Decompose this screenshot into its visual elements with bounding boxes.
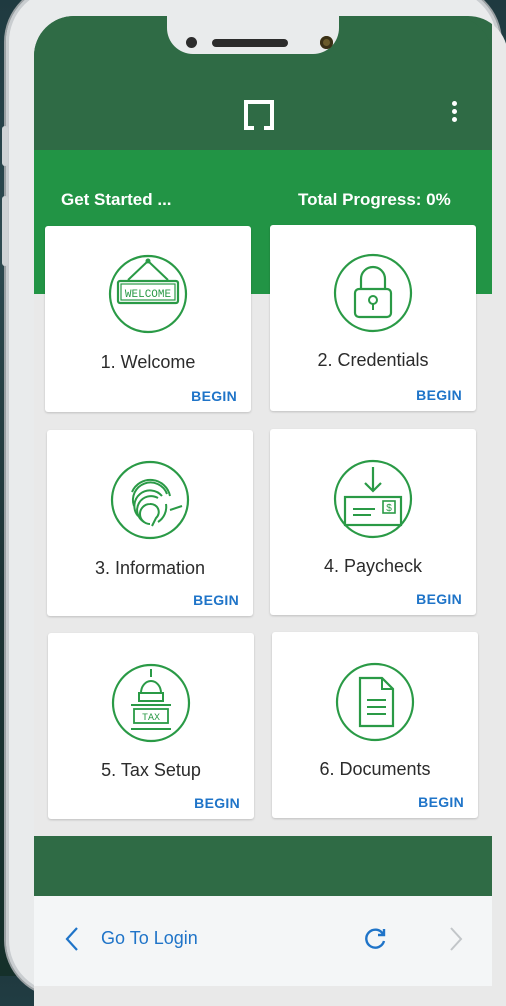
step-title: 2. Credentials bbox=[317, 350, 429, 370]
begin-button[interactable]: BEGIN bbox=[194, 795, 240, 811]
step-title: 3. Information bbox=[94, 558, 206, 578]
chevron-left-icon[interactable] bbox=[64, 926, 80, 957]
document-icon bbox=[333, 660, 417, 744]
sensor-dot bbox=[186, 37, 197, 48]
step-card-tax-setup[interactable]: TAX 5. Tax Setup BEGIN bbox=[48, 633, 254, 819]
go-to-login-link[interactable]: Go To Login bbox=[101, 928, 198, 949]
footer-band bbox=[34, 836, 492, 896]
phone-side-button bbox=[2, 196, 8, 266]
welcome-sign-text: WELCOME bbox=[125, 289, 172, 301]
phone-side-button bbox=[2, 126, 8, 166]
check-symbol: $ bbox=[386, 503, 392, 514]
padlock-icon bbox=[331, 251, 415, 335]
capitol-tax-icon: TAX bbox=[109, 661, 193, 745]
step-card-paycheck[interactable]: $ 4. Paycheck BEGIN bbox=[270, 429, 476, 615]
welcome-sign-icon: WELCOME bbox=[106, 252, 190, 336]
step-card-welcome[interactable]: WELCOME 1. Welcome BEGIN bbox=[45, 226, 251, 412]
total-progress-label: Total Progress: 0% bbox=[298, 190, 451, 209]
front-camera bbox=[320, 36, 333, 49]
step-title: 1. Welcome bbox=[100, 352, 196, 372]
begin-button[interactable]: BEGIN bbox=[418, 794, 464, 810]
step-title: 4. Paycheck bbox=[323, 556, 423, 576]
begin-button[interactable]: BEGIN bbox=[191, 388, 237, 404]
tax-sign-text: TAX bbox=[142, 713, 160, 724]
phone-notch bbox=[167, 16, 339, 54]
kebab-menu-icon[interactable] bbox=[452, 101, 458, 125]
speaker-grille bbox=[212, 39, 288, 47]
step-card-credentials[interactable]: 2. Credentials BEGIN bbox=[270, 225, 476, 411]
get-started-label: Get Started ... bbox=[61, 190, 172, 209]
step-card-information[interactable]: 3. Information BEGIN bbox=[47, 430, 253, 616]
chevron-right-icon[interactable] bbox=[448, 926, 464, 957]
step-title: 5. Tax Setup bbox=[101, 760, 201, 780]
begin-button[interactable]: BEGIN bbox=[416, 387, 462, 403]
step-card-documents[interactable]: 6. Documents BEGIN bbox=[272, 632, 478, 818]
fingerprint-icon bbox=[108, 458, 192, 542]
paycheck-icon: $ bbox=[331, 457, 415, 541]
begin-button[interactable]: BEGIN bbox=[193, 592, 239, 608]
step-title: 6. Documents bbox=[319, 759, 431, 779]
refresh-icon[interactable] bbox=[362, 926, 388, 957]
begin-button[interactable]: BEGIN bbox=[416, 591, 462, 607]
